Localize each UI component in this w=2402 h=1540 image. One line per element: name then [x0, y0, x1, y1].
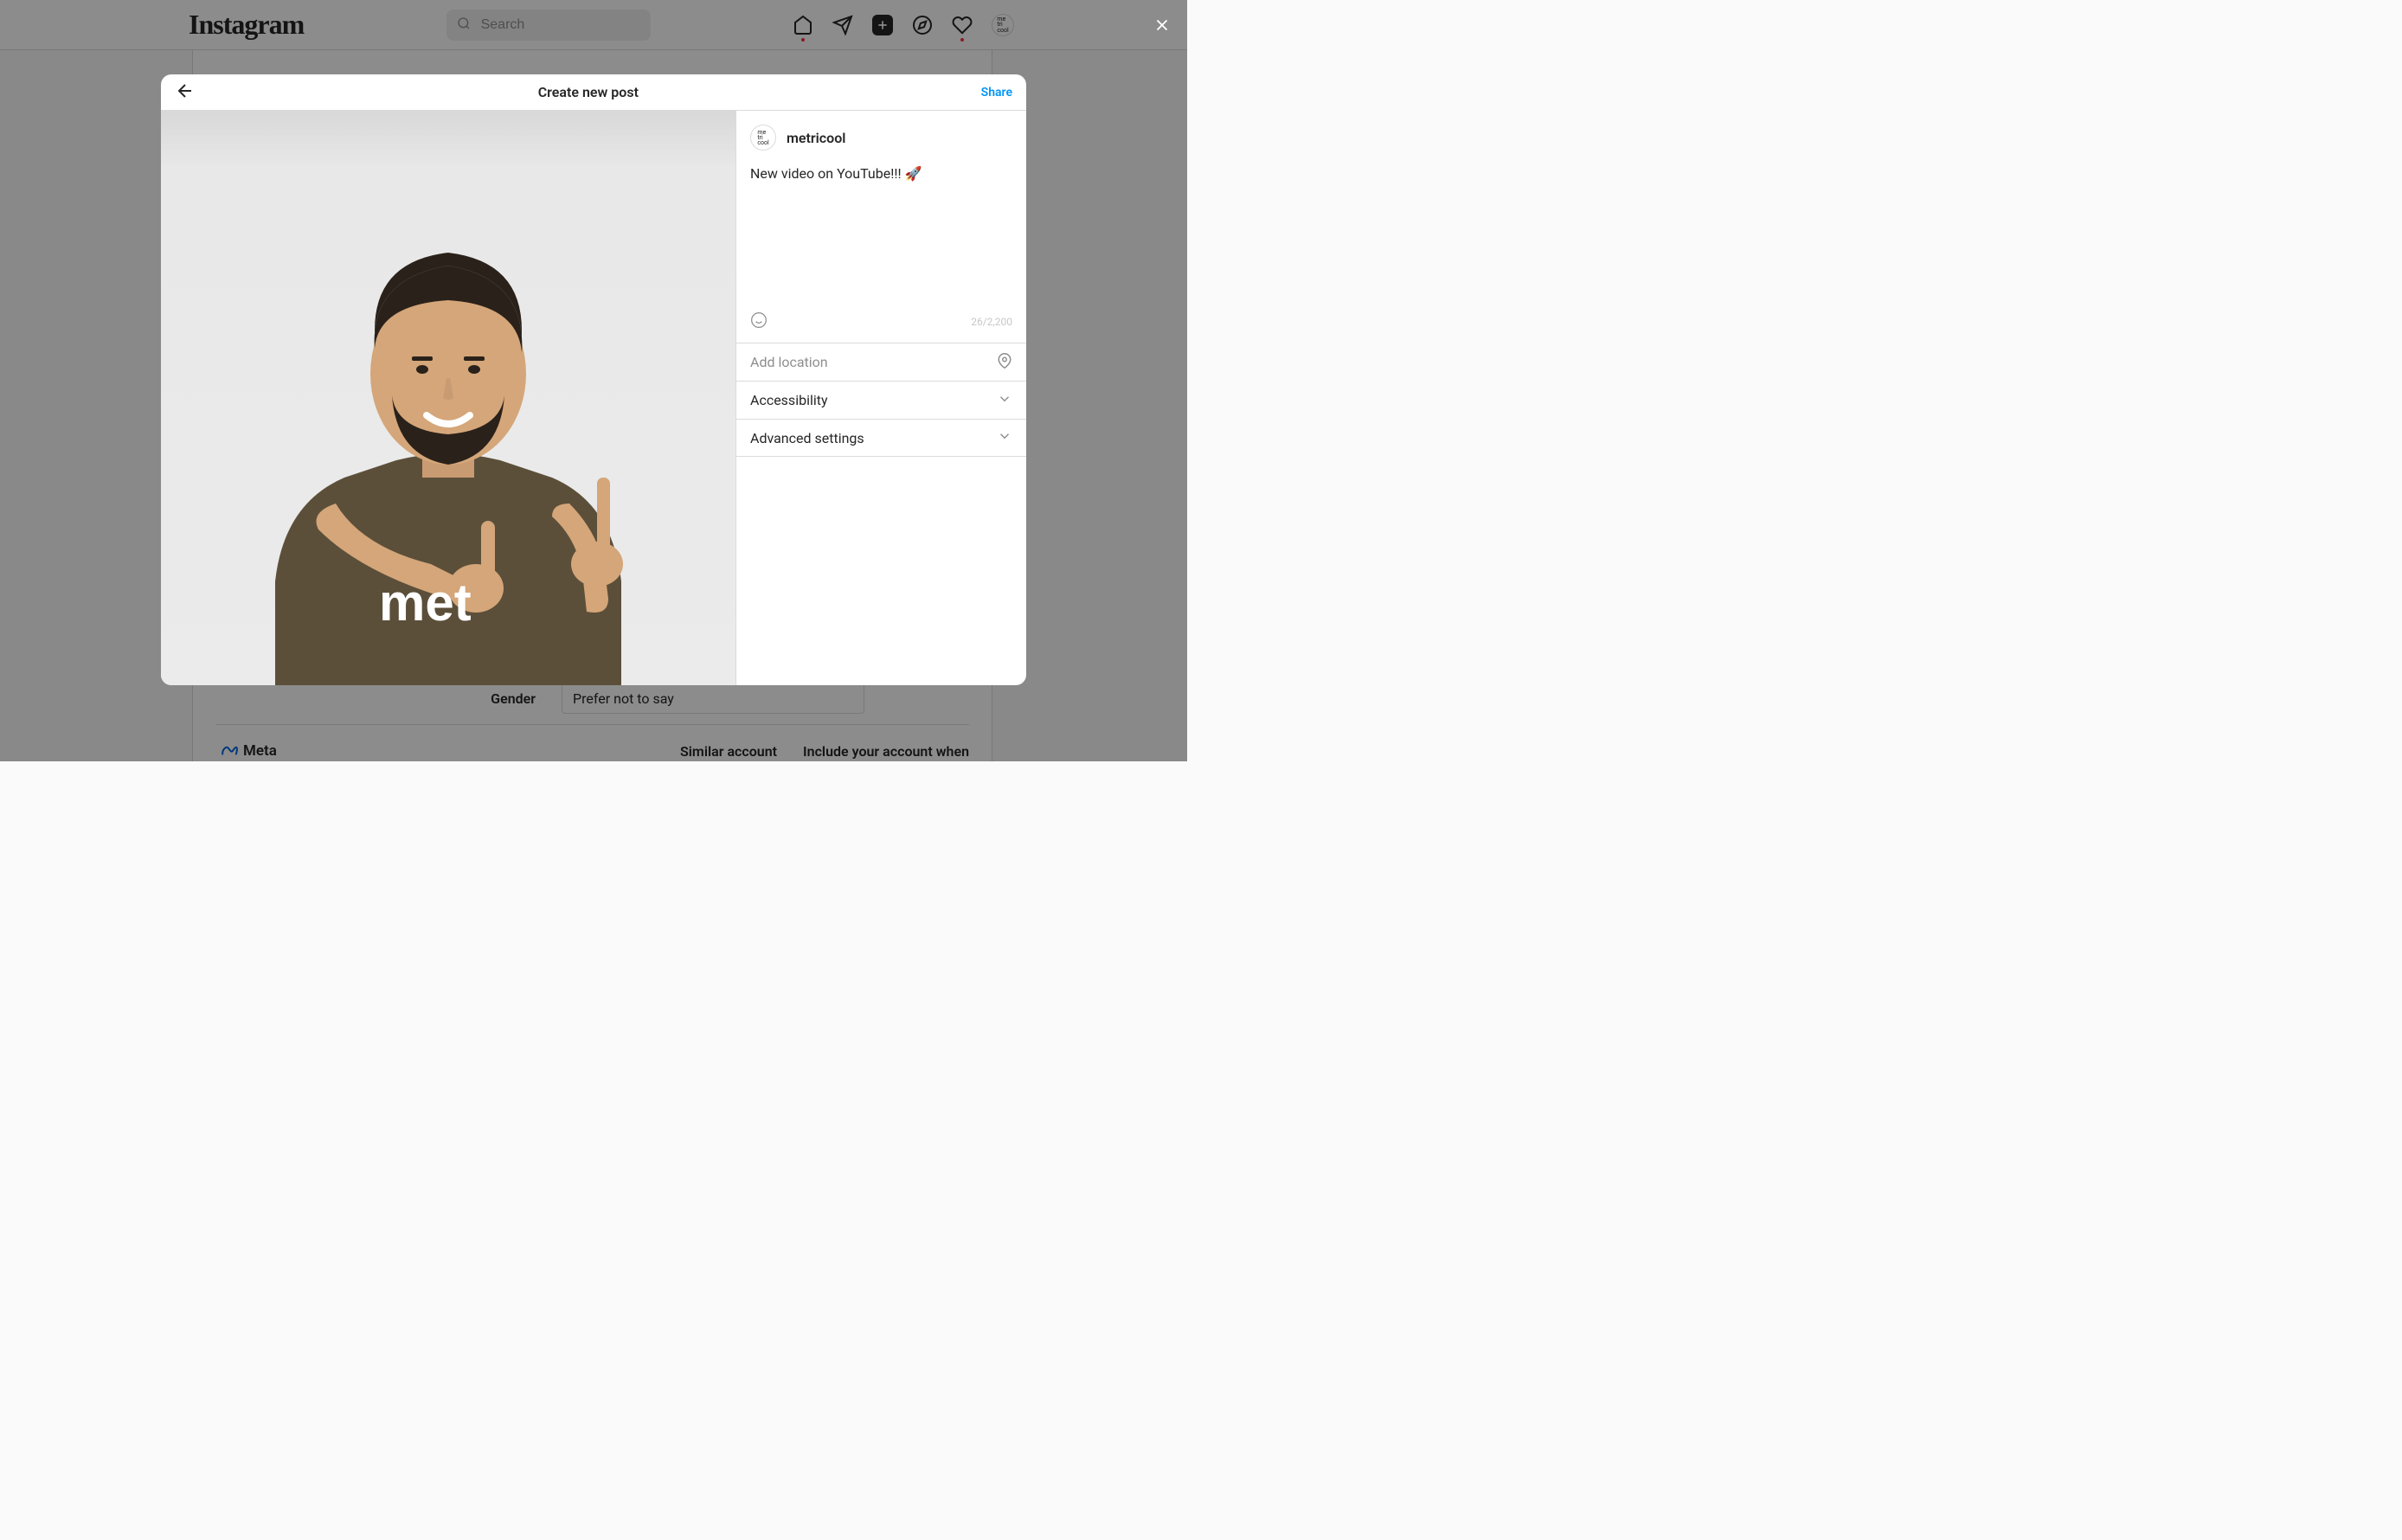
caption-area[interactable]: New video on YouTube!!! 🚀: [736, 157, 1026, 305]
username: metricool: [787, 130, 845, 146]
close-modal-button[interactable]: [1153, 16, 1172, 38]
user-avatar[interactable]: metricool: [750, 125, 776, 151]
share-button[interactable]: Share: [981, 86, 1012, 99]
post-sidebar: metricool metricool New video on YouTube…: [735, 111, 1026, 685]
advanced-settings-label: Advanced settings: [750, 430, 864, 446]
chevron-down-icon: [997, 391, 1012, 410]
person-photo-placeholder: met: [223, 201, 673, 685]
caption-footer: 26/2,200: [736, 305, 1026, 343]
modal-body: met metricool metricool New video on You…: [161, 111, 1026, 685]
accessibility-label: Accessibility: [750, 392, 828, 408]
caption-text: New video on YouTube!!! 🚀: [750, 164, 1012, 183]
advanced-settings-row[interactable]: Advanced settings: [736, 419, 1026, 457]
avatar-text: metricool: [757, 130, 768, 146]
create-post-modal: Create new post Share: [161, 74, 1026, 685]
media-preview[interactable]: met: [161, 111, 735, 685]
shirt-text: met: [379, 574, 472, 632]
modal-header: Create new post Share: [161, 74, 1026, 111]
add-location-label: Add location: [750, 354, 828, 370]
character-count: 26/2,200: [971, 316, 1012, 328]
emoji-picker-icon[interactable]: [750, 311, 767, 332]
accessibility-row[interactable]: Accessibility: [736, 381, 1026, 419]
location-icon: [997, 353, 1012, 372]
chevron-down-icon: [997, 428, 1012, 447]
modal-title: Create new post: [538, 84, 639, 100]
user-row: metricool metricool: [736, 111, 1026, 157]
add-location-row[interactable]: Add location: [736, 343, 1026, 381]
back-button[interactable]: [175, 80, 196, 105]
